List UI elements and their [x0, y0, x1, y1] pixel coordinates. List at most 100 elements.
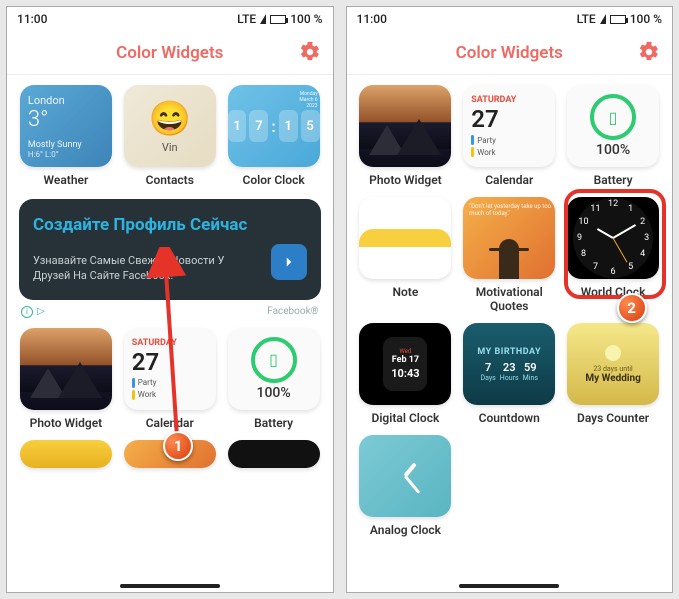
status-network: LTE — [577, 12, 596, 26]
ad-close-icon[interactable]: ▷ — [37, 306, 45, 317]
caption-weather: Weather — [44, 173, 89, 187]
signal-icon — [600, 14, 606, 24]
caption-photo: Photo Widget — [30, 416, 103, 430]
clock-h2: 7 — [249, 110, 268, 142]
annotation-marker-2: 2 — [617, 293, 647, 323]
caption-note: Note — [393, 285, 419, 299]
caption-contacts: Contacts — [146, 173, 194, 187]
annotation-marker-1: 1 — [163, 431, 193, 461]
caption-battery: Battery — [254, 416, 293, 430]
cd-d: 7 — [481, 361, 496, 374]
signal-icon — [260, 14, 266, 24]
contact-emoji: 😄 — [149, 99, 191, 139]
app-header: Color Widgets — [347, 31, 673, 75]
weather-cond: Mostly Sunny — [28, 140, 82, 150]
clock-6: 6 — [611, 267, 616, 277]
dig-date: Feb 17 — [392, 355, 419, 365]
clock-4: 4 — [640, 249, 645, 259]
widget-contacts[interactable]: 😄 Vin Contacts — [123, 85, 217, 187]
widget-weather[interactable]: London 3° Mostly Sunny H:6° L:0° Weather — [19, 85, 113, 187]
home-indicator[interactable] — [459, 584, 559, 588]
widget-calendar[interactable]: SATURDAY 27 Party Work Calendar — [462, 85, 556, 187]
battery-icon — [270, 15, 286, 24]
cal-day: 27 — [471, 105, 498, 133]
widget-quotes[interactable]: "Don't let yesterday take up too much of… — [462, 197, 556, 313]
contact-name: Vin — [162, 141, 178, 154]
phone-icon: ▯ — [269, 350, 278, 369]
widget-note[interactable]: Note — [359, 197, 453, 313]
quote-text: "Don't let yesterday take up too much of… — [469, 203, 555, 217]
widget-analogclock[interactable]: Analog Clock — [359, 435, 453, 537]
phone-left: 11:00 LTE 100 % Color Widgets London 3° … — [6, 6, 334, 593]
caption-battery: Battery — [594, 173, 633, 187]
countdown-title: MY BIRTHDAY — [477, 347, 541, 357]
app-header: Color Widgets — [7, 31, 333, 75]
clock-m2: 5 — [301, 110, 320, 142]
weather-temp: 3° — [28, 107, 49, 132]
ad-brand: Facebook® — [267, 306, 318, 317]
status-battery: 100 % — [290, 12, 322, 26]
clock-12: 12 — [608, 199, 618, 209]
caption-colorclock: Color Clock — [242, 173, 304, 187]
widget-digitalclock[interactable]: Wed Feb 17 10:43 Digital Clock — [359, 323, 453, 425]
widget-photo[interactable]: Photo Widget — [19, 328, 113, 430]
phone-right: 11:00 LTE 100 % Color Widgets Photo Widg… — [346, 6, 674, 593]
weather-city: London — [28, 94, 65, 107]
caption-quotes: Motivational Quotes — [462, 285, 556, 313]
app-title: Color Widgets — [456, 43, 563, 63]
battery-ring-icon: ▯ — [590, 94, 636, 140]
widget-battery[interactable]: ▯ 100% Battery — [566, 85, 660, 187]
caption-calendar: Calendar — [485, 173, 533, 187]
status-time: 11:00 — [17, 12, 47, 26]
widget-colorclock[interactable]: 1 7 : 1 5 Monday March 6 2023 Color Cloc… — [227, 85, 321, 187]
clock-h1: 1 — [228, 110, 247, 142]
ad-title: Создайте Профиль Сейчас — [33, 215, 307, 236]
days-main: My Wedding — [585, 373, 641, 384]
widget-partial-1[interactable] — [20, 440, 112, 468]
settings-button[interactable] — [638, 41, 660, 63]
dig-time: 10:43 — [391, 367, 419, 380]
annotation-arrow — [137, 247, 197, 447]
status-battery: 100 % — [630, 12, 662, 26]
caption-photo: Photo Widget — [369, 173, 442, 187]
sun-icon — [605, 345, 621, 361]
widget-worldclock[interactable]: 12 1 2 3 4 5 6 7 8 9 10 11 — [566, 197, 660, 313]
settings-button[interactable] — [299, 41, 321, 63]
clock-m1: 1 — [279, 110, 298, 142]
phone-icon: ▯ — [609, 108, 618, 127]
clock-3: 3 — [644, 233, 649, 243]
widget-dayscounter[interactable]: 23 days until My Wedding Days Counter — [566, 323, 660, 425]
clock-8: 8 — [581, 249, 586, 259]
content-right[interactable]: Photo Widget SATURDAY 27 Party Work Cale… — [347, 75, 673, 592]
clock-10: 10 — [578, 217, 588, 227]
weather-range: H:6° L:0° — [28, 150, 59, 159]
clock-1: 1 — [628, 204, 633, 214]
status-bar: 11:00 LTE 100 % — [7, 7, 333, 31]
ad-next-button[interactable] — [271, 244, 307, 280]
caption-days: Days Counter — [577, 411, 649, 425]
status-network: LTE — [237, 12, 256, 26]
battery-icon — [610, 15, 626, 24]
caption-digital: Digital Clock — [372, 411, 440, 425]
analog-clock-face: 12 1 2 3 4 5 6 7 8 9 10 11 — [573, 198, 653, 278]
cd-m: 59 — [523, 361, 538, 374]
ad-info-icon[interactable]: i — [21, 306, 33, 318]
battery-pct: 100% — [596, 142, 630, 158]
analog-face — [376, 447, 434, 505]
battery-ring-icon: ▯ — [251, 337, 297, 383]
cal-ev1: Party — [477, 136, 496, 145]
gear-icon — [299, 41, 321, 63]
status-bar: 11:00 LTE 100 % — [347, 7, 673, 31]
widget-photo[interactable]: Photo Widget — [359, 85, 453, 187]
clock-2: 2 — [640, 217, 645, 227]
widget-partial-3[interactable] — [228, 440, 320, 468]
widget-battery[interactable]: ▯ 100% Battery — [227, 328, 321, 430]
caption-countdown: Countdown — [479, 411, 540, 425]
clock-sep: : — [271, 117, 275, 136]
widget-countdown[interactable]: MY BIRTHDAY 7Days 23Hours 59Mins Countdo… — [462, 323, 556, 425]
watch-icon: Wed Feb 17 10:43 — [383, 337, 427, 391]
battery-pct: 100% — [256, 385, 290, 401]
home-indicator[interactable] — [120, 584, 220, 588]
app-title: Color Widgets — [116, 43, 223, 63]
cal-dow: SATURDAY — [471, 95, 516, 105]
